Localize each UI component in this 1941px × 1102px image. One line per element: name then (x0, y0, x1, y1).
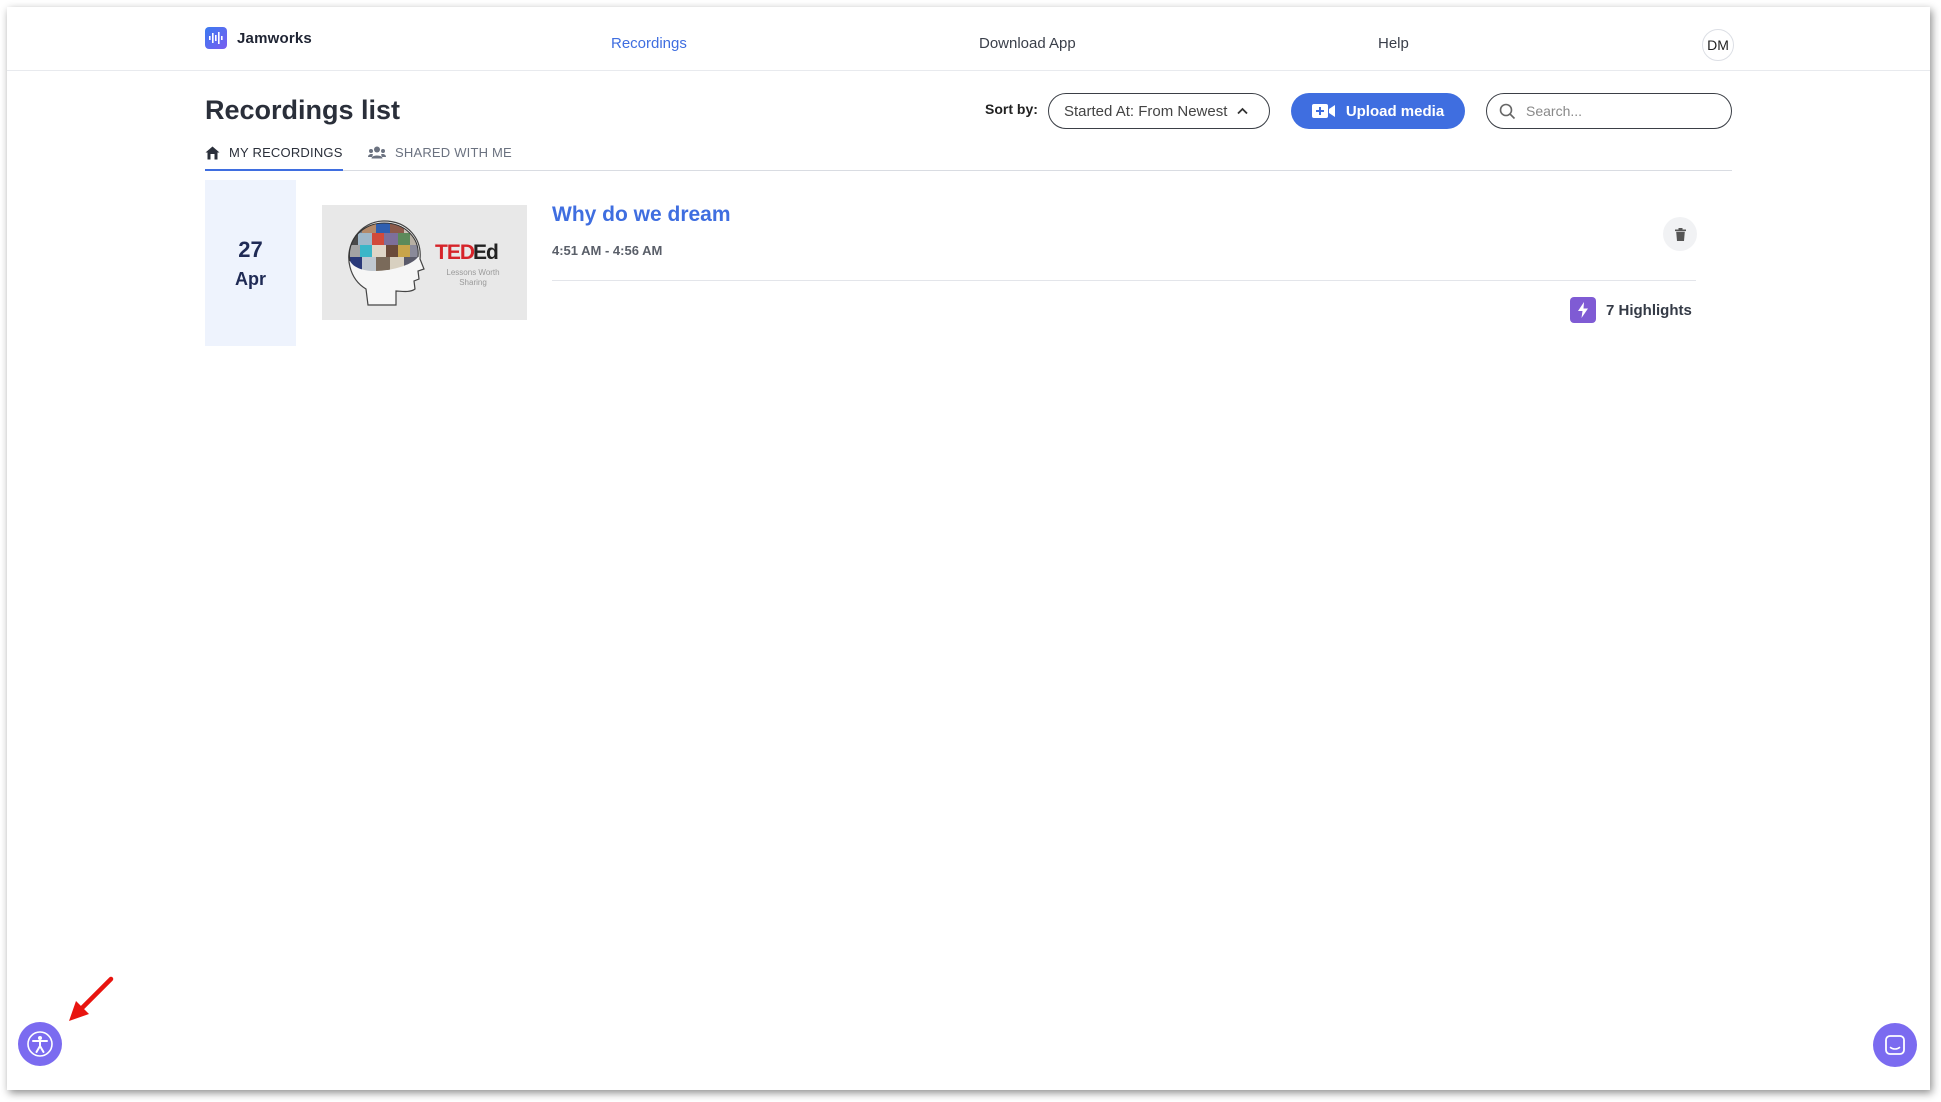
chevron-up-icon (1237, 107, 1249, 115)
jamworks-logo-icon (205, 27, 227, 49)
highlights-link[interactable]: 7 Highlights (1570, 297, 1692, 323)
nav-recordings[interactable]: Recordings (611, 35, 687, 52)
user-avatar[interactable]: DM (1702, 29, 1734, 61)
trash-icon (1674, 227, 1686, 241)
brand-name: Jamworks (237, 29, 312, 47)
upload-media-button[interactable]: Upload media (1291, 93, 1465, 129)
tab-my-recordings[interactable]: MY RECORDINGS (205, 145, 343, 171)
video-camera-plus-icon (1311, 104, 1335, 118)
highlights-count: 7 Highlights (1606, 301, 1692, 319)
users-icon (368, 146, 386, 159)
divider (552, 280, 1696, 281)
recording-time: 4:51 AM - 4:56 AM (552, 243, 663, 258)
date-month: Apr (235, 268, 266, 289)
sort-dropdown[interactable]: Started At: From Newest (1048, 93, 1270, 129)
chat-launcher-button[interactable] (1873, 1023, 1917, 1067)
home-icon (205, 146, 220, 159)
tab-shared-with-me[interactable]: SHARED WITH ME (368, 145, 512, 160)
lightning-icon (1570, 297, 1596, 323)
brand[interactable]: Jamworks (205, 27, 312, 49)
date-day: 27 (238, 236, 263, 262)
search-icon (1499, 103, 1516, 119)
upload-media-label: Upload media (1345, 102, 1445, 120)
tab-shared-with-me-label: SHARED WITH ME (395, 145, 512, 160)
accessibility-button[interactable] (18, 1022, 62, 1066)
thumbnail-tagline-1: Lessons Worth (446, 268, 499, 277)
thumbnail-brand-ed: Ed (473, 241, 498, 264)
sort-value: Started At: From Newest (1064, 102, 1228, 120)
recording-thumbnail[interactable]: TED Ed Lessons Worth Sharing (322, 205, 527, 320)
nav-download-app[interactable]: Download App (979, 35, 1076, 52)
recordings-tabs: MY RECORDINGS SHARED WITH ME (205, 139, 1732, 171)
red-arrow-annotation (69, 976, 114, 1021)
search-input[interactable] (1526, 103, 1706, 119)
thumbnail-brand-ted: TED (435, 241, 475, 264)
accessibility-icon (27, 1031, 53, 1057)
tab-my-recordings-label: MY RECORDINGS (229, 145, 343, 160)
app-window: Jamworks Recordings Download App Help DM… (7, 7, 1930, 1090)
recording-date: 27 Apr (205, 180, 296, 346)
page-title: Recordings list (205, 95, 401, 125)
ted-ed-thumbnail-graphic: TED Ed Lessons Worth Sharing (322, 205, 527, 320)
recording-title[interactable]: Why do we dream (552, 203, 731, 227)
chat-icon (1885, 1035, 1905, 1055)
search-box[interactable] (1486, 93, 1732, 129)
sort-label: Sort by: (985, 101, 1038, 117)
nav-help[interactable]: Help (1378, 35, 1409, 52)
delete-recording-button[interactable] (1663, 217, 1697, 251)
top-navigation: Jamworks Recordings Download App Help DM (7, 7, 1930, 71)
thumbnail-tagline-2: Sharing (459, 278, 487, 287)
